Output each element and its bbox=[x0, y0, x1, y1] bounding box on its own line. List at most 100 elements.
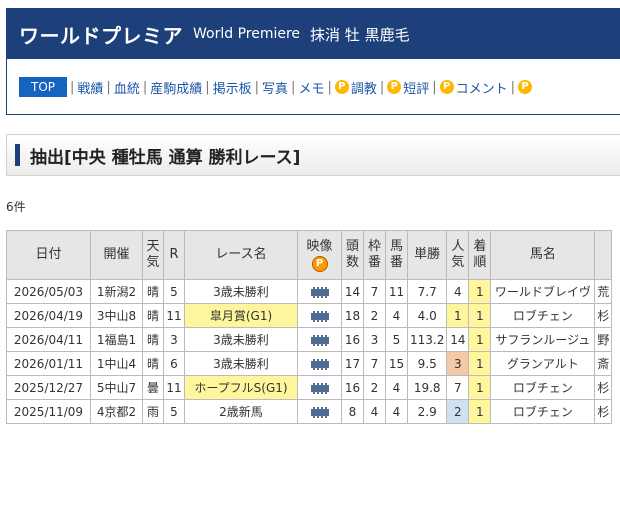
race-venue[interactable]: 3中山8 bbox=[90, 303, 143, 328]
race-heads: 14 bbox=[341, 279, 364, 304]
race-venue[interactable]: 1新潟2 bbox=[90, 279, 143, 304]
race-name[interactable]: 3歳未勝利 bbox=[184, 351, 298, 376]
nav-board[interactable]: 掲示板 bbox=[213, 78, 252, 97]
race-waku: 7 bbox=[363, 279, 386, 304]
video-icon[interactable] bbox=[310, 382, 329, 394]
race-date[interactable]: 2025/12/27 bbox=[6, 375, 91, 400]
video-icon[interactable] bbox=[310, 286, 329, 298]
race-video[interactable] bbox=[297, 375, 342, 400]
horse-header: ワールドプレミア World Premiere 抹消 牡 黒鹿毛 TOP | 戦… bbox=[6, 8, 620, 115]
race-date[interactable]: 2025/11/09 bbox=[6, 399, 91, 424]
race-heads: 18 bbox=[341, 303, 364, 328]
race-name[interactable]: ホープフルS(G1) bbox=[184, 375, 298, 400]
race-finish: 1 bbox=[468, 303, 492, 328]
race-popularity: 2 bbox=[446, 399, 470, 424]
race-video[interactable] bbox=[297, 279, 342, 304]
horse-name-link[interactable]: ロブチェン bbox=[490, 399, 596, 424]
race-odds: 113.2 bbox=[406, 327, 448, 352]
premium-icon: P bbox=[387, 80, 402, 94]
nav-results[interactable]: 戦績 bbox=[77, 78, 103, 97]
nav-top[interactable]: TOP bbox=[19, 77, 68, 97]
results-table: 日付 開催 天気 R レース名 映像 P 頭数 枠番 馬番 単勝 人気 着順 馬… bbox=[6, 230, 613, 424]
race-venue[interactable]: 1福島1 bbox=[90, 327, 143, 352]
horse-name-link[interactable]: ロブチェン bbox=[490, 375, 596, 400]
race-weather: 曇 bbox=[142, 375, 164, 400]
race-popularity: 7 bbox=[446, 375, 470, 400]
race-umaban: 4 bbox=[385, 303, 408, 328]
header-title-bar: ワールドプレミア World Premiere 抹消 牡 黒鹿毛 bbox=[7, 9, 620, 59]
race-date[interactable]: 2026/01/11 bbox=[6, 351, 91, 376]
table-row: 2026/04/19 3中山8 晴 11 皐月賞(G1) 18 2 4 4.0 1 1 ロブチェン杉 bbox=[6, 303, 613, 328]
race-name[interactable]: 3歳未勝利 bbox=[184, 279, 298, 304]
nav-offspring[interactable]: 産駒成績 bbox=[150, 78, 202, 97]
race-video[interactable] bbox=[297, 303, 342, 328]
row-extra[interactable]: 荒 bbox=[594, 279, 613, 304]
nav-photos[interactable]: 写真 bbox=[262, 78, 288, 97]
table-row: 2026/04/11 1福島1 晴 3 3歳未勝利 16 3 5 113.2 14 1 サフランルージ… bbox=[6, 327, 613, 352]
race-video[interactable] bbox=[297, 399, 342, 424]
result-count: 6件 bbox=[6, 200, 26, 214]
row-extra[interactable]: 杉 bbox=[594, 303, 613, 328]
col-horse: 馬名 bbox=[490, 230, 596, 280]
video-icon[interactable] bbox=[310, 334, 329, 346]
race-odds: 9.5 bbox=[406, 351, 448, 376]
horse-name-link[interactable]: ロブチェン bbox=[490, 303, 596, 328]
race-venue[interactable]: 4京都2 bbox=[90, 399, 143, 424]
race-name[interactable]: 3歳未勝利 bbox=[184, 327, 298, 352]
race-heads: 16 bbox=[341, 375, 364, 400]
race-heads: 16 bbox=[341, 327, 364, 352]
race-number: 6 bbox=[163, 351, 185, 376]
race-date[interactable]: 2026/04/19 bbox=[6, 303, 91, 328]
race-weather: 雨 bbox=[142, 399, 164, 424]
race-venue[interactable]: 5中山7 bbox=[90, 375, 143, 400]
race-umaban: 4 bbox=[385, 399, 408, 424]
race-waku: 7 bbox=[363, 351, 386, 376]
race-finish: 1 bbox=[468, 279, 492, 304]
col-video: 映像 P bbox=[297, 230, 342, 280]
row-extra[interactable]: 杉 bbox=[594, 375, 613, 400]
col-waku: 枠番 bbox=[363, 230, 386, 280]
race-number: 11 bbox=[163, 303, 185, 328]
race-popularity: 1 bbox=[446, 303, 470, 328]
nav-memo[interactable]: メモ bbox=[298, 78, 324, 97]
race-odds: 2.9 bbox=[406, 399, 448, 424]
col-race: レース名 bbox=[184, 230, 298, 280]
race-weather: 晴 bbox=[142, 279, 164, 304]
horse-name-link[interactable]: ワールドブレイヴ bbox=[490, 279, 596, 304]
nav-short-review[interactable]: 短評 bbox=[403, 78, 429, 97]
race-finish: 1 bbox=[468, 375, 492, 400]
row-extra[interactable]: 野 bbox=[594, 327, 613, 352]
race-weather: 晴 bbox=[142, 327, 164, 352]
race-name[interactable]: 皐月賞(G1) bbox=[184, 303, 298, 328]
race-finish: 1 bbox=[468, 399, 492, 424]
race-video[interactable] bbox=[297, 327, 342, 352]
video-icon[interactable] bbox=[310, 358, 329, 370]
video-icon[interactable] bbox=[310, 406, 329, 418]
race-number: 3 bbox=[163, 327, 185, 352]
premium-icon: P bbox=[518, 80, 533, 94]
col-venue: 開催 bbox=[90, 230, 143, 280]
race-popularity: 3 bbox=[446, 351, 470, 376]
row-extra[interactable]: 杉 bbox=[594, 399, 613, 424]
horse-name-link[interactable]: グランアルト bbox=[490, 351, 596, 376]
nav-pedigree[interactable]: 血統 bbox=[114, 78, 140, 97]
race-venue[interactable]: 1中山4 bbox=[90, 351, 143, 376]
col-pop: 人気 bbox=[446, 230, 470, 280]
horse-name-link[interactable]: サフランルージュ bbox=[490, 327, 596, 352]
race-date[interactable]: 2026/05/03 bbox=[6, 279, 91, 304]
race-odds: 7.7 bbox=[406, 279, 448, 304]
table-header-row: 日付 開催 天気 R レース名 映像 P 頭数 枠番 馬番 単勝 人気 着順 馬… bbox=[6, 230, 613, 280]
col-heads: 頭数 bbox=[341, 230, 364, 280]
race-video[interactable] bbox=[297, 351, 342, 376]
race-umaban: 15 bbox=[385, 351, 408, 376]
section-header: 抽出[中央 種牡馬 通算 勝利レース] bbox=[6, 134, 620, 176]
race-date[interactable]: 2026/04/11 bbox=[6, 327, 91, 352]
row-extra[interactable]: 斎 bbox=[594, 351, 613, 376]
horse-status: 抹消 牡 黒鹿毛 bbox=[310, 25, 410, 44]
nav-training[interactable]: 調教 bbox=[351, 78, 377, 97]
race-weather: 晴 bbox=[142, 303, 164, 328]
race-weather: 晴 bbox=[142, 351, 164, 376]
video-icon[interactable] bbox=[310, 310, 329, 322]
nav-comment[interactable]: コメント bbox=[456, 78, 508, 97]
race-name[interactable]: 2歳新馬 bbox=[184, 399, 298, 424]
